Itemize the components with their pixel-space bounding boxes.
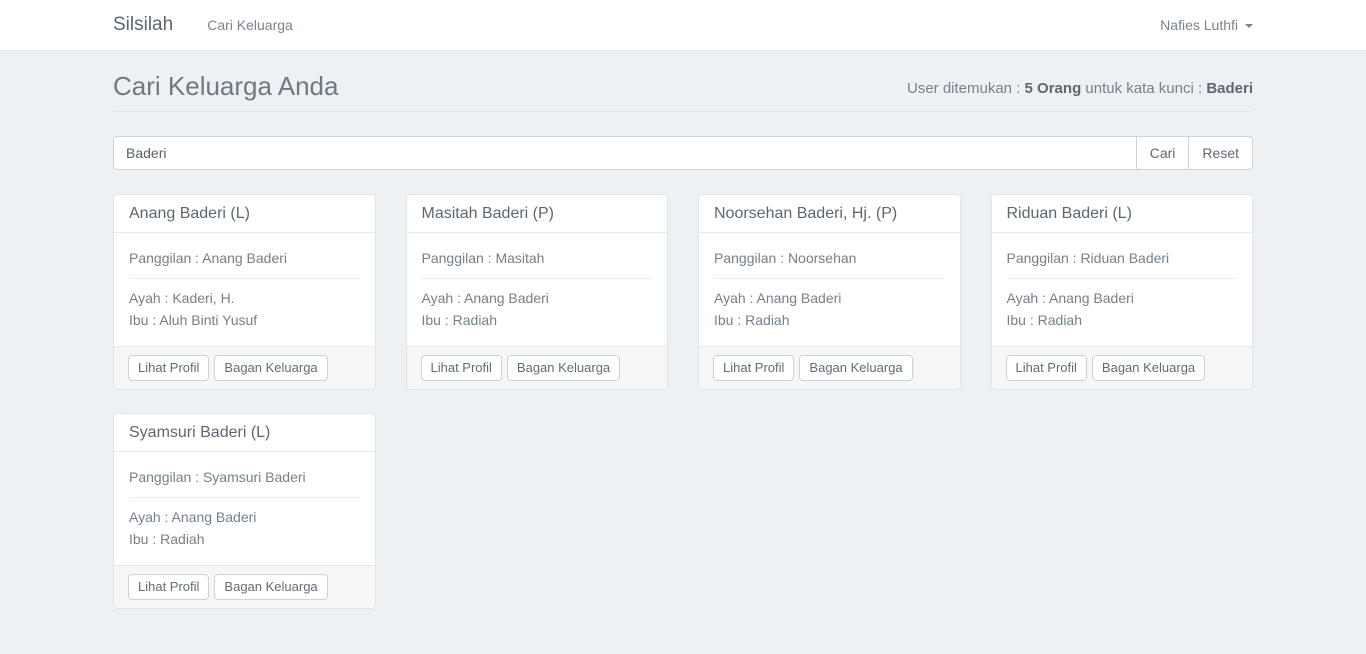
bagan-keluarga-button[interactable]: Bagan Keluarga [214,574,327,600]
ibu-text: Ibu : Aluh Binti Yusuf [129,309,360,331]
ayah-text: Ayah : Anang Baderi [422,287,653,309]
nav-link-cari-keluarga[interactable]: Cari Keluarga [207,17,293,33]
reset-button[interactable]: Reset [1188,136,1253,170]
ibu-text: Ibu : Radiah [129,528,360,550]
card-footer: Lihat Profil Bagan Keluarga [407,346,668,389]
search-input[interactable] [113,136,1137,170]
user-dropdown[interactable]: Nafies Luthfi [1160,17,1253,33]
ibu-text: Ibu : Radiah [714,309,945,331]
card-body: Panggilan : Syamsuri Baderi Ayah : Anang… [114,452,375,565]
card-footer: Lihat Profil Bagan Keluarga [992,346,1253,389]
bagan-keluarga-button[interactable]: Bagan Keluarga [507,355,620,381]
card-title: Anang Baderi (L) [114,195,375,233]
ibu-text: Ibu : Radiah [1007,309,1238,331]
divider [129,278,360,279]
lihat-profil-button[interactable]: Lihat Profil [128,355,209,381]
person-card: Syamsuri Baderi (L) Panggilan : Syamsuri… [113,413,376,609]
panggilan-text: Panggilan : Syamsuri Baderi [129,467,360,488]
card-title: Noorsehan Baderi, Hj. (P) [699,195,960,233]
bagan-keluarga-button[interactable]: Bagan Keluarga [214,355,327,381]
ayah-text: Ayah : Kaderi, H. [129,287,360,309]
card-body: Panggilan : Anang Baderi Ayah : Kaderi, … [114,233,375,346]
cari-button[interactable]: Cari [1136,136,1190,170]
divider [129,497,360,498]
card-footer: Lihat Profil Bagan Keluarga [114,346,375,389]
bagan-keluarga-button[interactable]: Bagan Keluarga [1092,355,1205,381]
ayah-text: Ayah : Anang Baderi [129,506,360,528]
card-footer: Lihat Profil Bagan Keluarga [114,565,375,608]
bagan-keluarga-button[interactable]: Bagan Keluarga [799,355,912,381]
result-keyword: Baderi [1206,80,1253,97]
lihat-profil-button[interactable]: Lihat Profil [421,355,502,381]
search-result-summary: User ditemukan : 5 Orang untuk kata kunc… [907,80,1253,97]
divider [714,278,945,279]
card-body: Panggilan : Riduan Baderi Ayah : Anang B… [992,233,1253,346]
person-card: Masitah Baderi (P) Panggilan : Masitah A… [406,194,669,390]
brand-link[interactable]: Silsilah [113,14,173,36]
ayah-text: Ayah : Anang Baderi [1007,287,1238,309]
search-form: Cari Reset [113,136,1253,170]
panggilan-text: Panggilan : Masitah [422,248,653,269]
user-dropdown-label: Nafies Luthfi [1160,17,1238,33]
card-body: Panggilan : Masitah Ayah : Anang Baderi … [407,233,668,346]
person-card: Noorsehan Baderi, Hj. (P) Panggilan : No… [698,194,961,390]
result-count: 5 Orang [1025,80,1082,97]
card-title: Syamsuri Baderi (L) [114,414,375,452]
person-card: Anang Baderi (L) Panggilan : Anang Bader… [113,194,376,390]
card-title: Riduan Baderi (L) [992,195,1253,233]
card-footer: Lihat Profil Bagan Keluarga [699,346,960,389]
results-grid: Anang Baderi (L) Panggilan : Anang Bader… [113,194,1253,649]
card-body: Panggilan : Noorsehan Ayah : Anang Bader… [699,233,960,346]
lihat-profil-button[interactable]: Lihat Profil [713,355,794,381]
card-title: Masitah Baderi (P) [407,195,668,233]
page-header: Cari Keluarga Anda User ditemukan : 5 Or… [113,72,1253,112]
ayah-text: Ayah : Anang Baderi [714,287,945,309]
panggilan-text: Panggilan : Noorsehan [714,248,945,269]
ibu-text: Ibu : Radiah [422,309,653,331]
lihat-profil-button[interactable]: Lihat Profil [128,574,209,600]
panggilan-text: Panggilan : Anang Baderi [129,248,360,269]
caret-down-icon [1245,24,1253,28]
panggilan-text: Panggilan : Riduan Baderi [1007,248,1238,269]
divider [1007,278,1238,279]
lihat-profil-button[interactable]: Lihat Profil [1006,355,1087,381]
navbar: Silsilah Cari Keluarga Nafies Luthfi [0,0,1366,51]
result-prefix: User ditemukan : [907,80,1020,97]
result-middle: untuk kata kunci : [1085,80,1202,97]
page-title: Cari Keluarga Anda [113,72,338,101]
person-card: Riduan Baderi (L) Panggilan : Riduan Bad… [991,194,1254,390]
divider [422,278,653,279]
